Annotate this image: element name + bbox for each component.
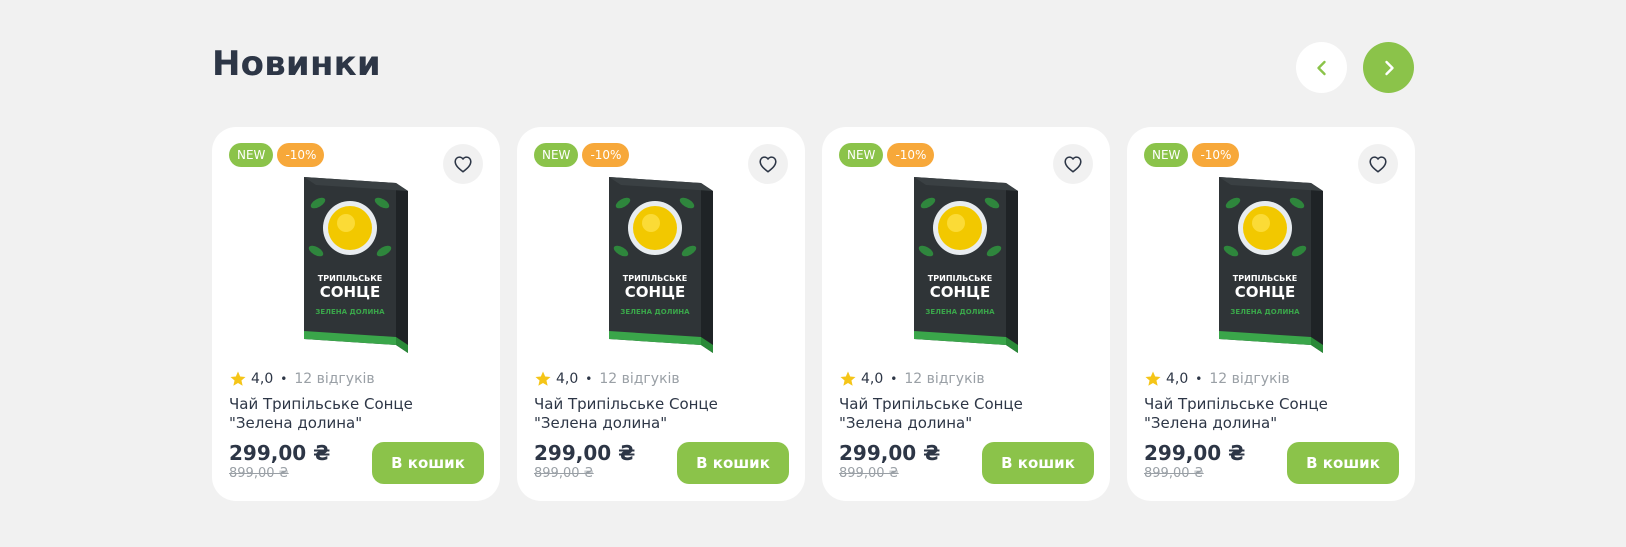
favorite-button[interactable]	[748, 144, 788, 184]
star-icon	[230, 371, 246, 386]
star-icon	[535, 371, 551, 386]
product-rating: 4,0 • 12 відгуків	[839, 368, 985, 390]
package-variant: ЗЕЛЕНА ДОЛИНА	[925, 308, 995, 316]
product-rating: 4,0 • 12 відгуків	[1144, 368, 1290, 390]
package-brand-main: СОНЦЕ	[625, 283, 685, 301]
discount-badge: -10%	[887, 143, 935, 167]
star-icon	[1145, 371, 1161, 386]
new-badge: NEW	[839, 143, 884, 167]
add-to-cart-button[interactable]: В кошик	[372, 442, 484, 484]
reviews-link[interactable]: 12 відгуків	[599, 371, 679, 387]
rating-value: 4,0	[556, 371, 579, 387]
rating-value: 4,0	[251, 371, 274, 387]
product-carousel: NEW -10% ТРИПІЛЬСЬКЕ СОНЦЕ ЗЕЛЕНА ДОЛИНА…	[212, 127, 1415, 501]
heart-outline-icon	[759, 156, 777, 173]
reviews-link[interactable]: 12 відгуків	[904, 371, 984, 387]
product-rating: 4,0 • 12 відгуків	[229, 368, 375, 390]
product-card[interactable]: NEW -10% ТРИПІЛЬСЬКЕ СОНЦЕ ЗЕЛЕНА ДОЛИНА…	[1127, 127, 1415, 501]
section-title: Новинки	[212, 44, 381, 84]
rating-value: 4,0	[1166, 371, 1189, 387]
heart-outline-icon	[454, 156, 472, 173]
product-name[interactable]: Чай Трипільське Сонце "Зелена долина"	[839, 395, 1089, 433]
product-price: 299,00 ₴	[534, 441, 636, 465]
product-old-price: 899,00 ₴	[229, 466, 289, 481]
package-brand-top: ТРИПІЛЬСЬКЕ	[623, 274, 687, 283]
package-brand-top: ТРИПІЛЬСЬКЕ	[1233, 274, 1297, 283]
package-brand-main: СОНЦЕ	[1235, 283, 1295, 301]
favorite-button[interactable]	[1053, 144, 1093, 184]
reviews-link[interactable]: 12 відгуків	[294, 371, 374, 387]
package-variant: ЗЕЛЕНА ДОЛИНА	[315, 308, 385, 316]
rating-separator: •	[890, 372, 898, 386]
product-old-price: 899,00 ₴	[1144, 466, 1204, 481]
rating-separator: •	[280, 372, 288, 386]
product-old-price: 899,00 ₴	[534, 466, 594, 481]
add-to-cart-button[interactable]: В кошик	[677, 442, 789, 484]
favorite-button[interactable]	[443, 144, 483, 184]
add-to-cart-button[interactable]: В кошик	[982, 442, 1094, 484]
product-image[interactable]: ТРИПІЛЬСЬКЕ СОНЦЕ ЗЕЛЕНА ДОЛИНА	[296, 173, 416, 355]
heart-outline-icon	[1064, 156, 1082, 173]
product-card[interactable]: NEW -10% ТРИПІЛЬСЬКЕ СОНЦЕ ЗЕЛЕНА ДОЛИНА…	[212, 127, 500, 501]
product-price: 299,00 ₴	[1144, 441, 1246, 465]
carousel-prev-button[interactable]	[1296, 42, 1347, 93]
product-price: 299,00 ₴	[839, 441, 941, 465]
new-badge: NEW	[534, 143, 579, 167]
package-variant: ЗЕЛЕНА ДОЛИНА	[1230, 308, 1300, 316]
rating-separator: •	[1195, 372, 1203, 386]
carousel-next-button[interactable]	[1363, 42, 1414, 93]
chevron-left-icon	[1316, 60, 1326, 75]
discount-badge: -10%	[582, 143, 630, 167]
product-image[interactable]: ТРИПІЛЬСЬКЕ СОНЦЕ ЗЕЛЕНА ДОЛИНА	[601, 173, 721, 355]
product-card[interactable]: NEW -10% ТРИПІЛЬСЬКЕ СОНЦЕ ЗЕЛЕНА ДОЛИНА…	[517, 127, 805, 501]
add-to-cart-button[interactable]: В кошик	[1287, 442, 1399, 484]
rating-separator: •	[585, 372, 593, 386]
favorite-button[interactable]	[1358, 144, 1398, 184]
reviews-link[interactable]: 12 відгуків	[1209, 371, 1289, 387]
new-badge: NEW	[1144, 143, 1189, 167]
package-brand-top: ТРИПІЛЬСЬКЕ	[318, 274, 382, 283]
product-image[interactable]: ТРИПІЛЬСЬКЕ СОНЦЕ ЗЕЛЕНА ДОЛИНА	[906, 173, 1026, 355]
product-old-price: 899,00 ₴	[839, 466, 899, 481]
rating-value: 4,0	[861, 371, 884, 387]
package-brand-main: СОНЦЕ	[930, 283, 990, 301]
product-image[interactable]: ТРИПІЛЬСЬКЕ СОНЦЕ ЗЕЛЕНА ДОЛИНА	[1211, 173, 1331, 355]
package-brand-top: ТРИПІЛЬСЬКЕ	[928, 274, 992, 283]
discount-badge: -10%	[1192, 143, 1240, 167]
chevron-right-icon	[1384, 60, 1394, 75]
product-badges: NEW -10%	[229, 143, 325, 167]
product-badges: NEW -10%	[534, 143, 630, 167]
product-badges: NEW -10%	[1144, 143, 1240, 167]
product-badges: NEW -10%	[839, 143, 935, 167]
product-name[interactable]: Чай Трипільське Сонце "Зелена долина"	[1144, 395, 1394, 433]
product-card[interactable]: NEW -10% ТРИПІЛЬСЬКЕ СОНЦЕ ЗЕЛЕНА ДОЛИНА…	[822, 127, 1110, 501]
product-rating: 4,0 • 12 відгуків	[534, 368, 680, 390]
product-name[interactable]: Чай Трипільське Сонце "Зелена долина"	[534, 395, 784, 433]
star-icon	[840, 371, 856, 386]
package-variant: ЗЕЛЕНА ДОЛИНА	[620, 308, 690, 316]
product-price: 299,00 ₴	[229, 441, 331, 465]
product-name[interactable]: Чай Трипільське Сонце "Зелена долина"	[229, 395, 479, 433]
package-brand-main: СОНЦЕ	[320, 283, 380, 301]
heart-outline-icon	[1369, 156, 1387, 173]
new-products-section: Новинки NEW -10% ТРИПІЛЬСЬКЕ СОНЦЕ ЗЕЛЕН…	[212, 0, 1415, 547]
discount-badge: -10%	[277, 143, 325, 167]
new-badge: NEW	[229, 143, 274, 167]
